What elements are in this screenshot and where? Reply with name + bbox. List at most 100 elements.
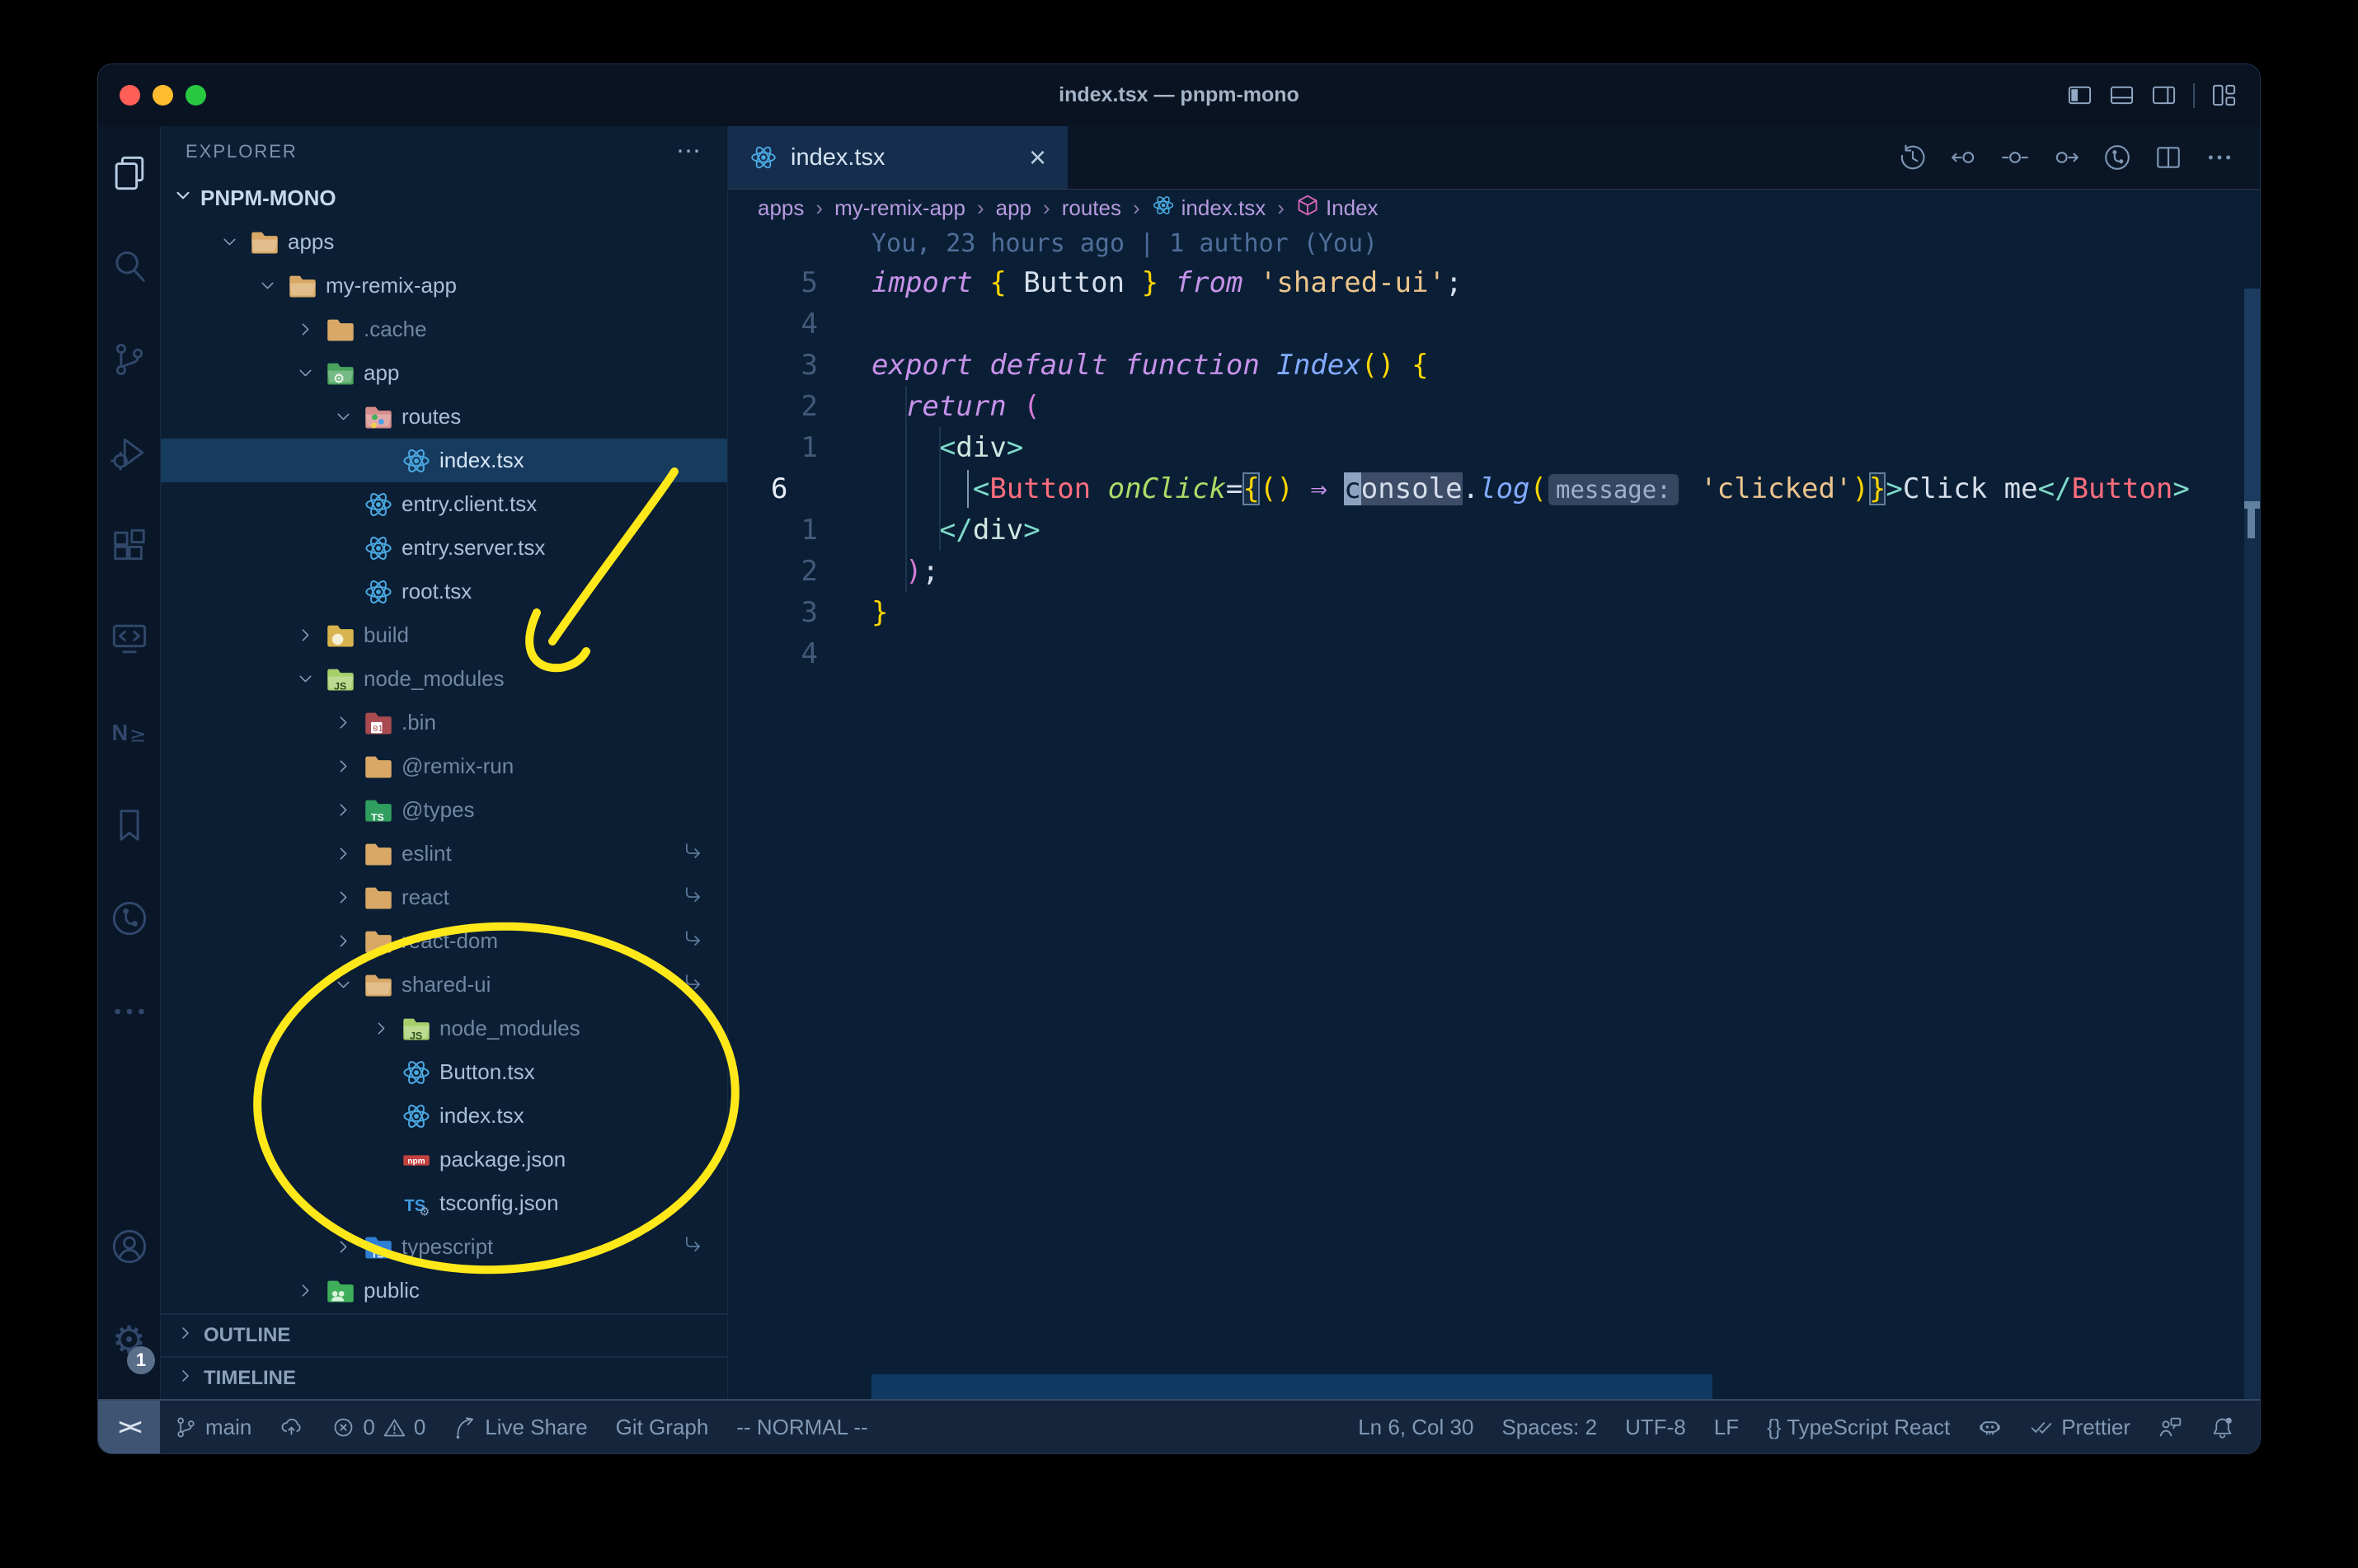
tree-item-.bin[interactable]: 01 .bin (161, 701, 727, 744)
tree-item-node_modules[interactable]: JS node_modules (161, 1007, 727, 1050)
status-live-share[interactable]: Live Share (439, 1401, 601, 1453)
breadcrumb-routes[interactable]: routes (1062, 195, 1121, 221)
layout-sidebar-left-icon[interactable] (2067, 82, 2093, 108)
status-sync-changes[interactable] (265, 1401, 317, 1453)
npm-icon: npm (402, 1145, 431, 1175)
breadcrumb-Index[interactable]: Index (1296, 194, 1379, 223)
code-editor[interactable]: You, 23 hours ago | 1 author (You) 5 impor… (728, 226, 2260, 1399)
status-language-mode[interactable]: {} TypeScript React (1753, 1401, 1964, 1453)
activity-accounts[interactable] (98, 1199, 160, 1293)
remote-indicator[interactable]: >< (98, 1401, 160, 1453)
tree-item-Button.tsx[interactable]: Button.tsx (161, 1050, 727, 1094)
tree-item-@remix-run[interactable]: @remix-run (161, 744, 727, 788)
close-window-button[interactable] (120, 85, 140, 106)
tree-item-tsconfig.json[interactable]: TS ⚙ tsconfig.json (161, 1181, 727, 1225)
tree-item-apps[interactable]: apps (161, 220, 727, 264)
chevron-right-icon (293, 319, 317, 340)
gitlens-blame: You, 23 hours ago | 1 author (You) (871, 229, 1379, 258)
tree-item-my-remix-app[interactable]: my-remix-app (161, 264, 727, 307)
layout-panel-icon[interactable] (2109, 82, 2135, 108)
status-formatter-prettier[interactable]: Prettier (2016, 1401, 2144, 1453)
current-change-button[interactable] (2001, 143, 2029, 171)
explorer-more-actions-button[interactable]: ⋯ (676, 137, 702, 166)
breadcrumb-my-remix-app[interactable]: my-remix-app (834, 195, 965, 221)
tree-item-entry.server.tsx[interactable]: entry.server.tsx (161, 526, 727, 570)
folder-ts-green-icon: TS (364, 796, 393, 825)
vertical-scrollbar[interactable] (2244, 289, 2260, 1399)
status-eol[interactable]: LF (1700, 1401, 1753, 1453)
tree-item-react[interactable]: react (161, 876, 727, 919)
breadcrumb-index.tsx[interactable]: index.tsx (1152, 194, 1266, 223)
tree-item-eslint[interactable]: eslint (161, 832, 727, 876)
activity-run-debug[interactable] (98, 406, 160, 499)
line-number: 5 (801, 266, 818, 299)
tree-item-index.tsx[interactable]: index.tsx (161, 1094, 727, 1138)
zoom-window-button[interactable] (186, 85, 206, 106)
folder-icon (364, 927, 393, 956)
split-editor-button[interactable] (2154, 143, 2182, 171)
activity-search[interactable] (98, 219, 160, 312)
status-copilot[interactable] (1964, 1401, 2016, 1453)
chevron-down-icon (293, 669, 317, 689)
folder-js-icon: JS (326, 664, 355, 694)
workspace-section-header[interactable]: PNPM-MONO (161, 176, 727, 220)
tab-index-tsx[interactable]: index.tsx × (728, 126, 1068, 189)
vertical-scrollbar-slider[interactable] (2244, 289, 2260, 505)
tree-item-build[interactable]: build (161, 613, 727, 657)
react-icon (402, 446, 431, 476)
timeline-history-button[interactable] (1899, 143, 1927, 171)
tree-item-.cache[interactable]: .cache (161, 307, 727, 351)
tree-item-package.json[interactable]: npm package.json (161, 1138, 727, 1181)
tree-item-node_modules[interactable]: JS node_modules (161, 657, 727, 701)
react-icon (402, 1101, 431, 1131)
tree-item-routes[interactable]: routes (161, 395, 727, 439)
tree-item-index.tsx[interactable]: index.tsx (161, 439, 727, 482)
activity-bookmarks[interactable] (98, 778, 160, 871)
minimize-window-button[interactable] (153, 85, 173, 106)
status-notifications[interactable] (2196, 1401, 2248, 1453)
next-change-button[interactable] (2052, 143, 2080, 171)
activity-remote-explorer[interactable] (98, 592, 160, 685)
tree-item-typescript[interactable]: TS typescript (161, 1225, 727, 1269)
panel-timeline[interactable]: TIMELINE (161, 1356, 727, 1399)
status-indentation[interactable]: Spaces: 2 (1487, 1401, 1611, 1453)
previous-change-button[interactable] (1950, 143, 1978, 171)
status-cursor-position[interactable]: Ln 6, Col 30 (1344, 1401, 1487, 1453)
folder-js-icon: JS (402, 1014, 431, 1044)
status-vim-mode[interactable]: -- NORMAL -- (722, 1401, 881, 1453)
status-problems[interactable]: 00 (317, 1401, 439, 1453)
react-icon (402, 1058, 431, 1087)
more-actions-button[interactable] (2205, 143, 2234, 171)
checks-icon (2030, 1415, 2054, 1439)
tree-item-@types[interactable]: TS @types (161, 788, 727, 832)
activity-source-control[interactable] (98, 312, 160, 406)
tree-item-public[interactable]: public (161, 1269, 727, 1312)
tree-item-react-dom[interactable]: react-dom (161, 919, 727, 963)
activity-nx-console[interactable]: N ≥ (98, 685, 160, 778)
status-git-graph[interactable]: Git Graph (602, 1401, 723, 1453)
status-encoding[interactable]: UTF-8 (1611, 1401, 1700, 1453)
layout-sidebar-right-icon[interactable] (2151, 82, 2177, 108)
activity-extensions[interactable] (98, 499, 160, 592)
status-feedback[interactable] (2144, 1401, 2196, 1453)
activity-settings[interactable]: ⚙ 1 (98, 1293, 160, 1386)
activity-bar: N ≥ ⚙ 1 (98, 126, 161, 1399)
activity-explorer[interactable] (98, 126, 160, 219)
gitlens-graph-button[interactable] (2103, 143, 2131, 171)
activity-more-views[interactable] (98, 965, 160, 1058)
breadcrumb-app[interactable]: app (996, 195, 1031, 221)
horizontal-scrollbar-slider[interactable] (871, 1374, 1712, 1399)
tree-item-label: @remix-run (402, 753, 514, 778)
tree-item-root.tsx[interactable]: root.tsx (161, 570, 727, 613)
layout-grid-icon[interactable] (2211, 82, 2237, 108)
svg-text:npm: npm (407, 1157, 425, 1166)
breadcrumb-apps[interactable]: apps (758, 195, 804, 221)
tree-item-entry.client.tsx[interactable]: entry.client.tsx (161, 482, 727, 526)
status-git-branch[interactable]: main (160, 1401, 265, 1453)
activity-gitlens[interactable] (98, 871, 160, 965)
panel-outline[interactable]: OUTLINE (161, 1313, 727, 1356)
tree-item-shared-ui[interactable]: shared-ui (161, 963, 727, 1007)
line-number: 4 (801, 307, 818, 340)
close-tab-icon[interactable]: × (1029, 143, 1046, 172)
tree-item-app[interactable]: ⚙ app (161, 351, 727, 395)
